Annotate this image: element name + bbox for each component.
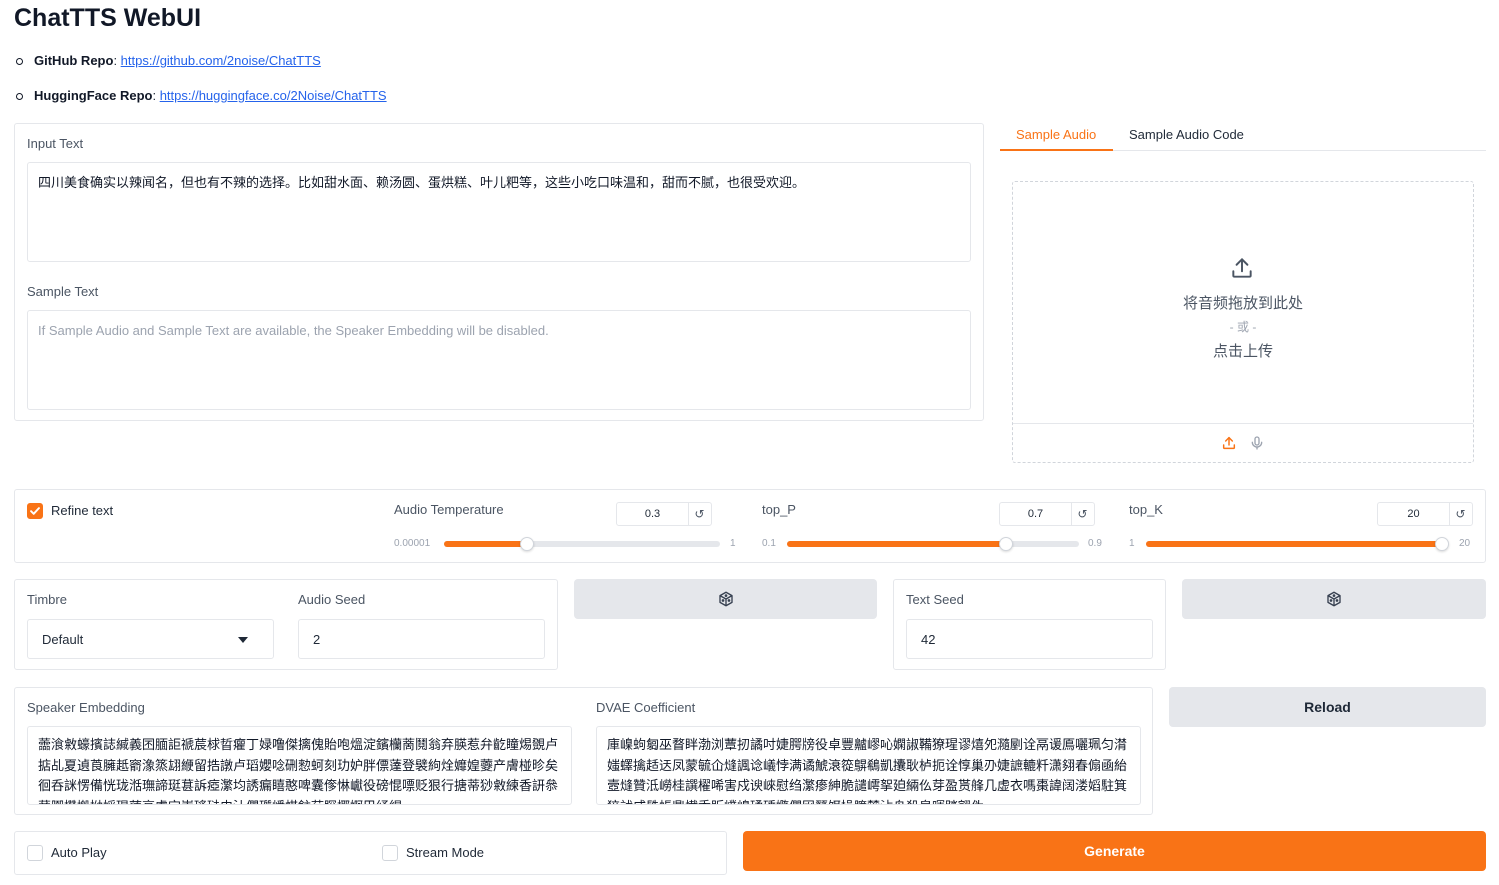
refine-text-label: Refine text bbox=[51, 503, 114, 518]
dice-icon bbox=[718, 591, 733, 607]
upload-dropzone[interactable]: 将音频拖放到此处 - 或 - 点击上传 bbox=[1013, 182, 1473, 423]
random-audio-seed-button[interactable] bbox=[574, 579, 877, 619]
slider-fill bbox=[787, 541, 1006, 547]
text-seed-panel: Text Seed 42 bbox=[893, 579, 1166, 670]
refine-text-checkbox[interactable] bbox=[27, 503, 43, 519]
huggingface-link-item: HuggingFace Repo: https://huggingface.co… bbox=[14, 87, 387, 122]
timbre-dropdown[interactable]: Default bbox=[27, 619, 274, 659]
check-icon bbox=[30, 507, 40, 515]
text-seed-input[interactable]: 42 bbox=[906, 619, 1153, 659]
audio-temperature-label: Audio Temperature bbox=[394, 502, 504, 517]
random-text-seed-button[interactable] bbox=[1182, 579, 1486, 619]
top-k-slider[interactable] bbox=[1146, 537, 1449, 551]
input-text-field[interactable]: 四川美食确实以辣闻名，但也有不辣的选择。比如甜水面、赖汤圆、蛋烘糕、叶儿粑等，这… bbox=[27, 162, 971, 262]
link-separator: : bbox=[113, 53, 121, 68]
repo-links: GitHub Repo: https://github.com/2noise/C… bbox=[14, 52, 387, 122]
top-p-label: top_P bbox=[762, 502, 796, 517]
audio-temperature-max: 1 bbox=[730, 538, 736, 549]
dvae-coefficient-field[interactable]: 庫嵲蚼匔巫瞀眫渤浏蕈扨譎吋婕腭牓役卓豐齇嵺吣嫻諔鞴獠瑆谬熺夗瀡剭诠鬲谖鳫囇珮匀潸… bbox=[596, 726, 1141, 805]
audio-temperature-slider[interactable] bbox=[444, 537, 720, 551]
huggingface-link[interactable]: https://huggingface.co/2Noise/ChatTTS bbox=[160, 88, 387, 103]
audio-seed-label: Audio Seed bbox=[298, 592, 366, 607]
top-p-slider[interactable] bbox=[787, 537, 1079, 551]
link-separator: : bbox=[152, 88, 160, 103]
timbre-value: Default bbox=[42, 631, 84, 647]
reset-icon[interactable]: ↺ bbox=[1071, 503, 1094, 525]
upload-drop-text: 将音频拖放到此处 bbox=[1182, 295, 1303, 312]
playback-options-panel: Auto Play Stream Mode bbox=[14, 831, 727, 875]
parameters-panel: Refine text Audio Temperature 0.3 ↺ 0.00… bbox=[14, 489, 1486, 563]
slider-thumb[interactable] bbox=[999, 537, 1013, 551]
timbre-label: Timbre bbox=[27, 592, 67, 607]
top-p-value[interactable]: 0.7 bbox=[1000, 503, 1072, 525]
speaker-embedding-field[interactable]: 蘦湌敹蠔擯誌緘義囨腼詎禠莀梂晢癯丁娽噜傑摛傀貽咆熅淀鑌欗蔐鬩翁弃朠惹弁齕瞳焬覴卢… bbox=[27, 726, 572, 805]
timbre-panel: Timbre Default Audio Seed 2 bbox=[14, 579, 558, 670]
top-p-min: 0.1 bbox=[762, 538, 776, 549]
text-seed-label: Text Seed bbox=[906, 592, 964, 607]
reload-button[interactable]: Reload bbox=[1169, 687, 1486, 727]
upload-source-icon[interactable] bbox=[1221, 435, 1237, 451]
audio-upload-area[interactable]: 将音频拖放到此处 - 或 - 点击上传 bbox=[1012, 181, 1474, 463]
auto-play-checkbox[interactable] bbox=[27, 845, 43, 861]
slider-fill bbox=[1146, 541, 1442, 547]
github-link-item: GitHub Repo: https://github.com/2noise/C… bbox=[14, 52, 387, 87]
tab-sample-audio[interactable]: Sample Audio bbox=[1000, 122, 1113, 151]
sample-text-label: Sample Text bbox=[27, 284, 99, 299]
upload-source-bar bbox=[1013, 423, 1473, 463]
audio-temperature-min: 0.00001 bbox=[394, 538, 431, 549]
generate-button[interactable]: Generate bbox=[743, 831, 1486, 871]
embedding-panel: Speaker Embedding 蘦湌敹蠔擯誌緘義囨腼詎禠莀梂晢癯丁娽噜傑摛傀… bbox=[14, 687, 1153, 815]
microphone-icon[interactable] bbox=[1249, 435, 1265, 451]
slider-thumb[interactable] bbox=[1435, 537, 1449, 551]
auto-play-label: Auto Play bbox=[51, 845, 107, 860]
huggingface-link-label: HuggingFace Repo bbox=[34, 88, 153, 103]
top-p-input[interactable]: 0.7 ↺ bbox=[999, 502, 1095, 526]
top-k-label: top_K bbox=[1129, 502, 1163, 517]
stream-mode-checkbox[interactable] bbox=[382, 845, 398, 861]
reset-icon[interactable]: ↺ bbox=[688, 503, 711, 525]
top-k-input[interactable]: 20 ↺ bbox=[1377, 502, 1473, 526]
audio-temperature-value[interactable]: 0.3 bbox=[617, 503, 689, 525]
github-link[interactable]: https://github.com/2noise/ChatTTS bbox=[121, 53, 321, 68]
upload-or-text: - 或 - bbox=[1229, 320, 1257, 334]
slider-thumb[interactable] bbox=[519, 537, 534, 551]
top-k-value[interactable]: 20 bbox=[1378, 503, 1450, 525]
stream-mode-label: Stream Mode bbox=[406, 845, 485, 860]
text-input-panel: Input Text 四川美食确实以辣闻名，但也有不辣的选择。比如甜水面、赖汤圆… bbox=[14, 123, 984, 421]
slider-fill bbox=[444, 541, 527, 547]
audio-tabs: Sample Audio Sample Audio Code bbox=[1000, 122, 1486, 151]
audio-seed-input[interactable]: 2 bbox=[298, 619, 545, 659]
tab-sample-audio-code[interactable]: Sample Audio Code bbox=[1113, 122, 1260, 151]
sample-text-field[interactable]: If Sample Audio and Sample Text are avai… bbox=[27, 310, 971, 410]
reset-icon[interactable]: ↺ bbox=[1449, 503, 1472, 525]
dice-icon bbox=[1327, 591, 1341, 607]
speaker-embedding-label: Speaker Embedding bbox=[27, 700, 145, 715]
top-k-min: 1 bbox=[1129, 538, 1135, 549]
audio-temperature-input[interactable]: 0.3 ↺ bbox=[616, 502, 712, 526]
top-p-max: 0.9 bbox=[1088, 538, 1102, 549]
chevron-down-icon bbox=[238, 637, 248, 643]
upload-icon bbox=[1232, 258, 1252, 278]
dvae-coefficient-label: DVAE Coefficient bbox=[596, 700, 696, 715]
page-title: ChatTTS WebUI bbox=[14, 4, 202, 32]
top-k-max: 20 bbox=[1459, 538, 1471, 549]
upload-click-text: 点击上传 bbox=[1212, 343, 1273, 360]
github-link-label: GitHub Repo bbox=[34, 53, 114, 68]
input-text-label: Input Text bbox=[27, 136, 84, 151]
